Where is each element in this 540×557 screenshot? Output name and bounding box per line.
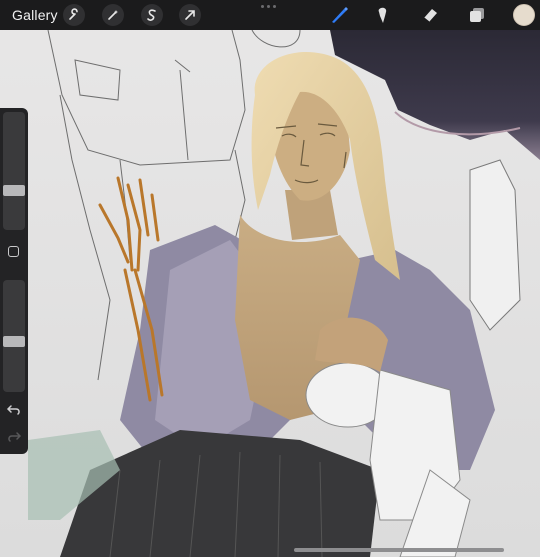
transform-arrow-icon	[185, 10, 195, 20]
smudge-icon	[378, 7, 387, 23]
brush-button[interactable]	[327, 4, 351, 26]
undo-icon[interactable]	[6, 403, 22, 417]
wrench-icon	[69, 8, 78, 20]
opacity-slider[interactable]	[3, 280, 25, 392]
redo-icon[interactable]	[6, 430, 22, 444]
magic-wand-icon	[108, 10, 118, 20]
modify-button[interactable]	[8, 246, 19, 257]
eraser-icon	[423, 9, 437, 23]
transform-button[interactable]	[179, 4, 201, 26]
selection-button[interactable]	[141, 4, 163, 26]
layers-button[interactable]	[465, 4, 489, 26]
left-sidebar	[0, 108, 28, 454]
drawing-canvas[interactable]	[0, 0, 540, 557]
brush-icon	[332, 7, 348, 23]
gallery-button[interactable]: Gallery	[12, 7, 58, 23]
eraser-button[interactable]	[418, 4, 442, 26]
actions-wrench-button[interactable]	[63, 4, 85, 26]
top-toolbar: Gallery	[0, 0, 540, 30]
home-indicator[interactable]	[294, 548, 504, 552]
adjustments-button[interactable]	[102, 4, 124, 26]
color-picker-button[interactable]	[513, 4, 535, 26]
opacity-handle[interactable]	[3, 336, 25, 347]
toolbar-grabber[interactable]	[261, 5, 276, 8]
layers-icon	[470, 8, 484, 22]
brush-size-slider[interactable]	[3, 112, 25, 230]
selection-icon	[147, 9, 156, 21]
brush-size-handle[interactable]	[3, 185, 25, 196]
smudge-button[interactable]	[371, 4, 395, 26]
